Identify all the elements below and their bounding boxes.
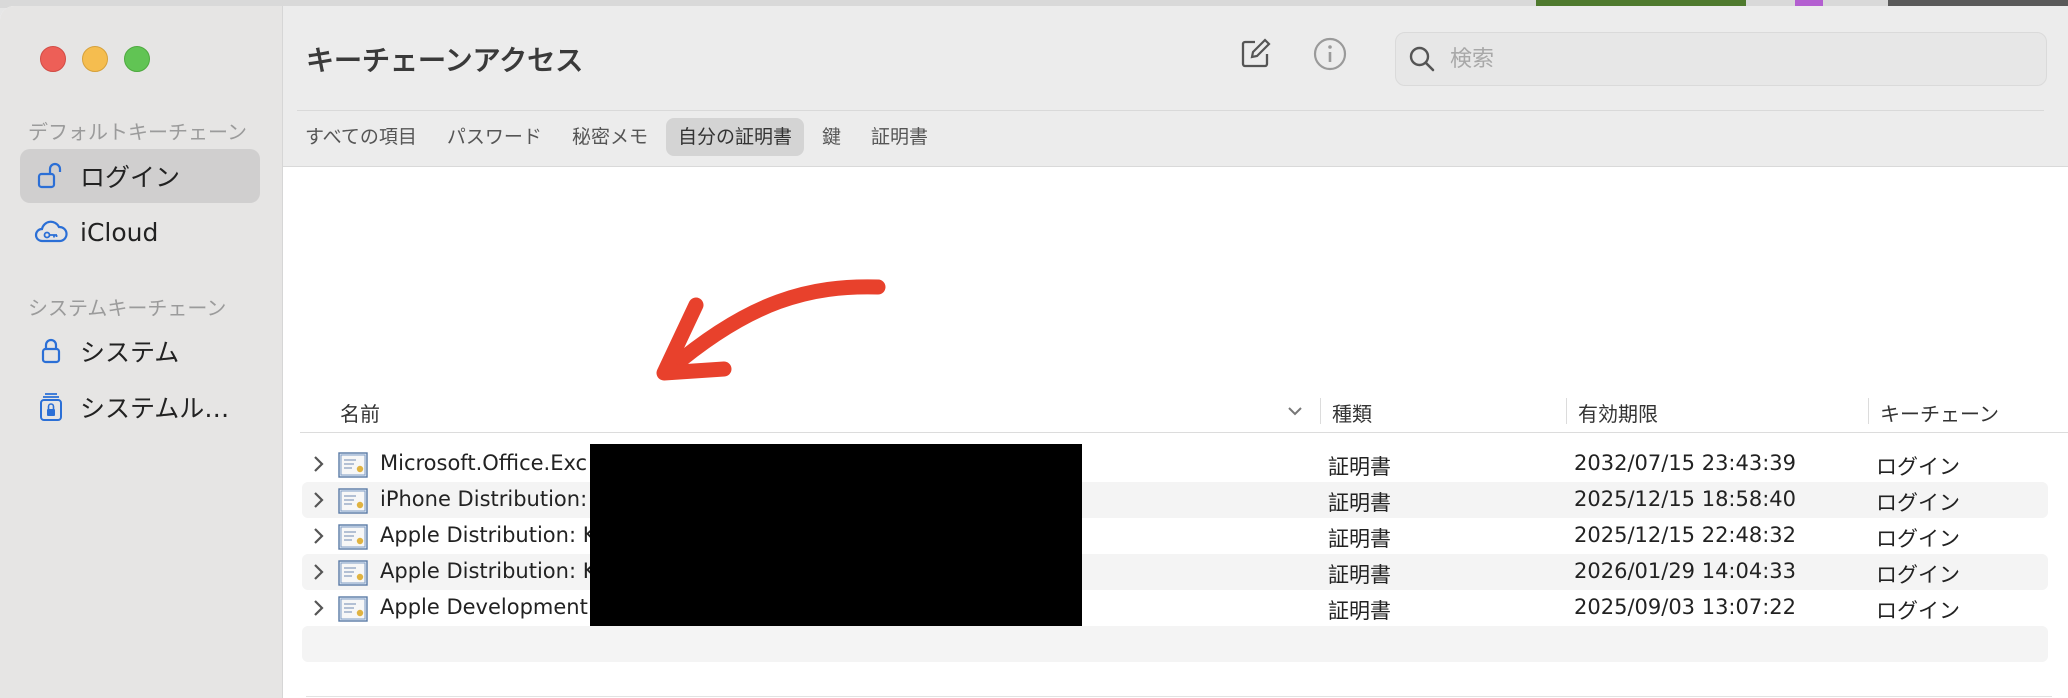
certificate-kind: 証明書 [1328,599,1391,623]
certificate-expiry: 2025/12/15 18:58:40 [1574,487,1797,511]
close-button[interactable] [40,46,66,72]
table-row[interactable]: iPhone Distribution: 証明書 2025/12/15 18:5… [302,482,2048,518]
toolbar: キーチェーンアクセス すべての項目 パスワード [283,6,2068,167]
compose-icon [1238,37,1272,75]
tab-secure-notes[interactable]: 秘密メモ [560,118,660,156]
certificate-icon [338,524,368,555]
disclosure-chevron-icon[interactable] [310,597,328,624]
lock-open-icon [34,159,68,193]
sidebar-section-system: システムキーチェーン [28,296,227,320]
sidebar-item-label: システム [80,338,180,367]
certificate-kind: 証明書 [1328,455,1391,479]
certificate-list: Microsoft.Office.Exc 証明書 2032/07/15 23:4… [302,446,2048,662]
certificate-expiry: 2026/01/29 14:04:33 [1574,559,1797,583]
table-row[interactable]: Microsoft.Office.Exc 証明書 2032/07/15 23:4… [302,446,2048,482]
sidebar-section-default: デフォルトキーチェーン [28,120,247,144]
sidebar-item-label: システムル… [80,394,230,423]
table-row[interactable]: Apple Development: 証明書 2025/09/03 13:07:… [302,590,2048,626]
certificate-keychain: ログイン [1876,455,1960,479]
column-separator[interactable] [1566,398,1567,424]
certificate-kind: 証明書 [1328,527,1391,551]
zoom-button[interactable] [124,46,150,72]
certificate-keychain: ログイン [1876,491,1960,515]
certificate-name: iPhone Distribution: [380,487,588,511]
info-button[interactable] [1310,36,1350,76]
category-tabs: すべての項目 パスワード 秘密メモ 自分の証明書 鍵 証明書 [293,118,940,156]
column-header-kind[interactable]: 種類 [1332,398,1372,427]
sidebar-item-system-roots[interactable]: システムル… [20,380,260,434]
certificate-expiry: 2032/07/15 23:43:39 [1574,451,1797,475]
certificate-icon [338,596,368,627]
certificate-expiry: 2025/12/15 22:48:32 [1574,523,1797,547]
list-bottom-border [306,696,2052,697]
column-separator[interactable] [1320,398,1321,424]
empty-row [302,626,2048,662]
table-header: 名前 種類 有効期限 キーチェーン [300,392,2068,433]
tab-certificates[interactable]: 証明書 [859,118,940,156]
certificate-keychain: ログイン [1876,563,1960,587]
certificate-keychain: ログイン [1876,527,1960,551]
tab-keys[interactable]: 鍵 [810,118,853,156]
toolbar-divider [297,110,2044,111]
certificate-keychain: ログイン [1876,599,1960,623]
annotation-arrow [656,279,886,381]
icloud-key-icon [34,215,68,249]
window-title: キーチェーンアクセス [306,44,584,77]
tab-all-items[interactable]: すべての項目 [293,118,429,156]
minimize-button[interactable] [82,46,108,72]
tab-passwords[interactable]: パスワード [435,118,554,156]
certificate-name: Apple Development: [380,595,595,619]
certificate-icon [338,488,368,519]
sidebar-item-label: iCloud [80,217,159,247]
redaction-box [590,444,1082,626]
search-input[interactable] [1448,43,2012,75]
compose-button[interactable] [1235,36,1275,76]
window-controls [40,46,150,72]
certificate-icon [338,560,368,591]
column-header-keychain[interactable]: キーチェーン [1880,398,1999,427]
certificate-kind: 証明書 [1328,563,1391,587]
certificate-name: Microsoft.Office.Exc [380,451,588,475]
column-separator[interactable] [1868,398,1869,424]
sidebar-item-system[interactable]: システム [20,324,260,378]
tab-my-certificates[interactable]: 自分の証明書 [665,118,804,156]
system-roots-icon [34,390,68,424]
certificate-kind: 証明書 [1328,491,1391,515]
table-row[interactable]: Apple Distribution: K 証明書 2026/01/29 14:… [302,554,2048,590]
certificate-expiry: 2025/09/03 13:07:22 [1574,595,1797,619]
search-icon [1408,45,1436,77]
info-icon [1312,36,1348,76]
column-header-name[interactable]: 名前 [340,398,380,427]
lock-icon [34,334,68,368]
search-field[interactable] [1395,32,2047,86]
sort-chevron-down-icon[interactable] [1286,402,1304,424]
sidebar-item-login[interactable]: ログイン [20,149,260,203]
column-header-expires[interactable]: 有効期限 [1578,398,1658,427]
certificate-icon [338,452,368,483]
certificate-name: Apple Distribution: K [380,523,597,547]
sidebar-item-icloud[interactable]: iCloud [20,205,260,259]
certificate-name: Apple Distribution: K [380,559,597,583]
disclosure-chevron-icon[interactable] [310,525,328,552]
sidebar-item-label: ログイン [80,163,181,192]
table-row[interactable]: Apple Distribution: K 証明書 2025/12/15 22:… [302,518,2048,554]
sidebar: デフォルトキーチェーン ログイン iCloud システムキーチェーン システム [0,6,283,698]
disclosure-chevron-icon[interactable] [310,561,328,588]
disclosure-chevron-icon[interactable] [310,453,328,480]
keychain-window: デフォルトキーチェーン ログイン iCloud システムキーチェーン システム [0,6,2068,698]
disclosure-chevron-icon[interactable] [310,489,328,516]
